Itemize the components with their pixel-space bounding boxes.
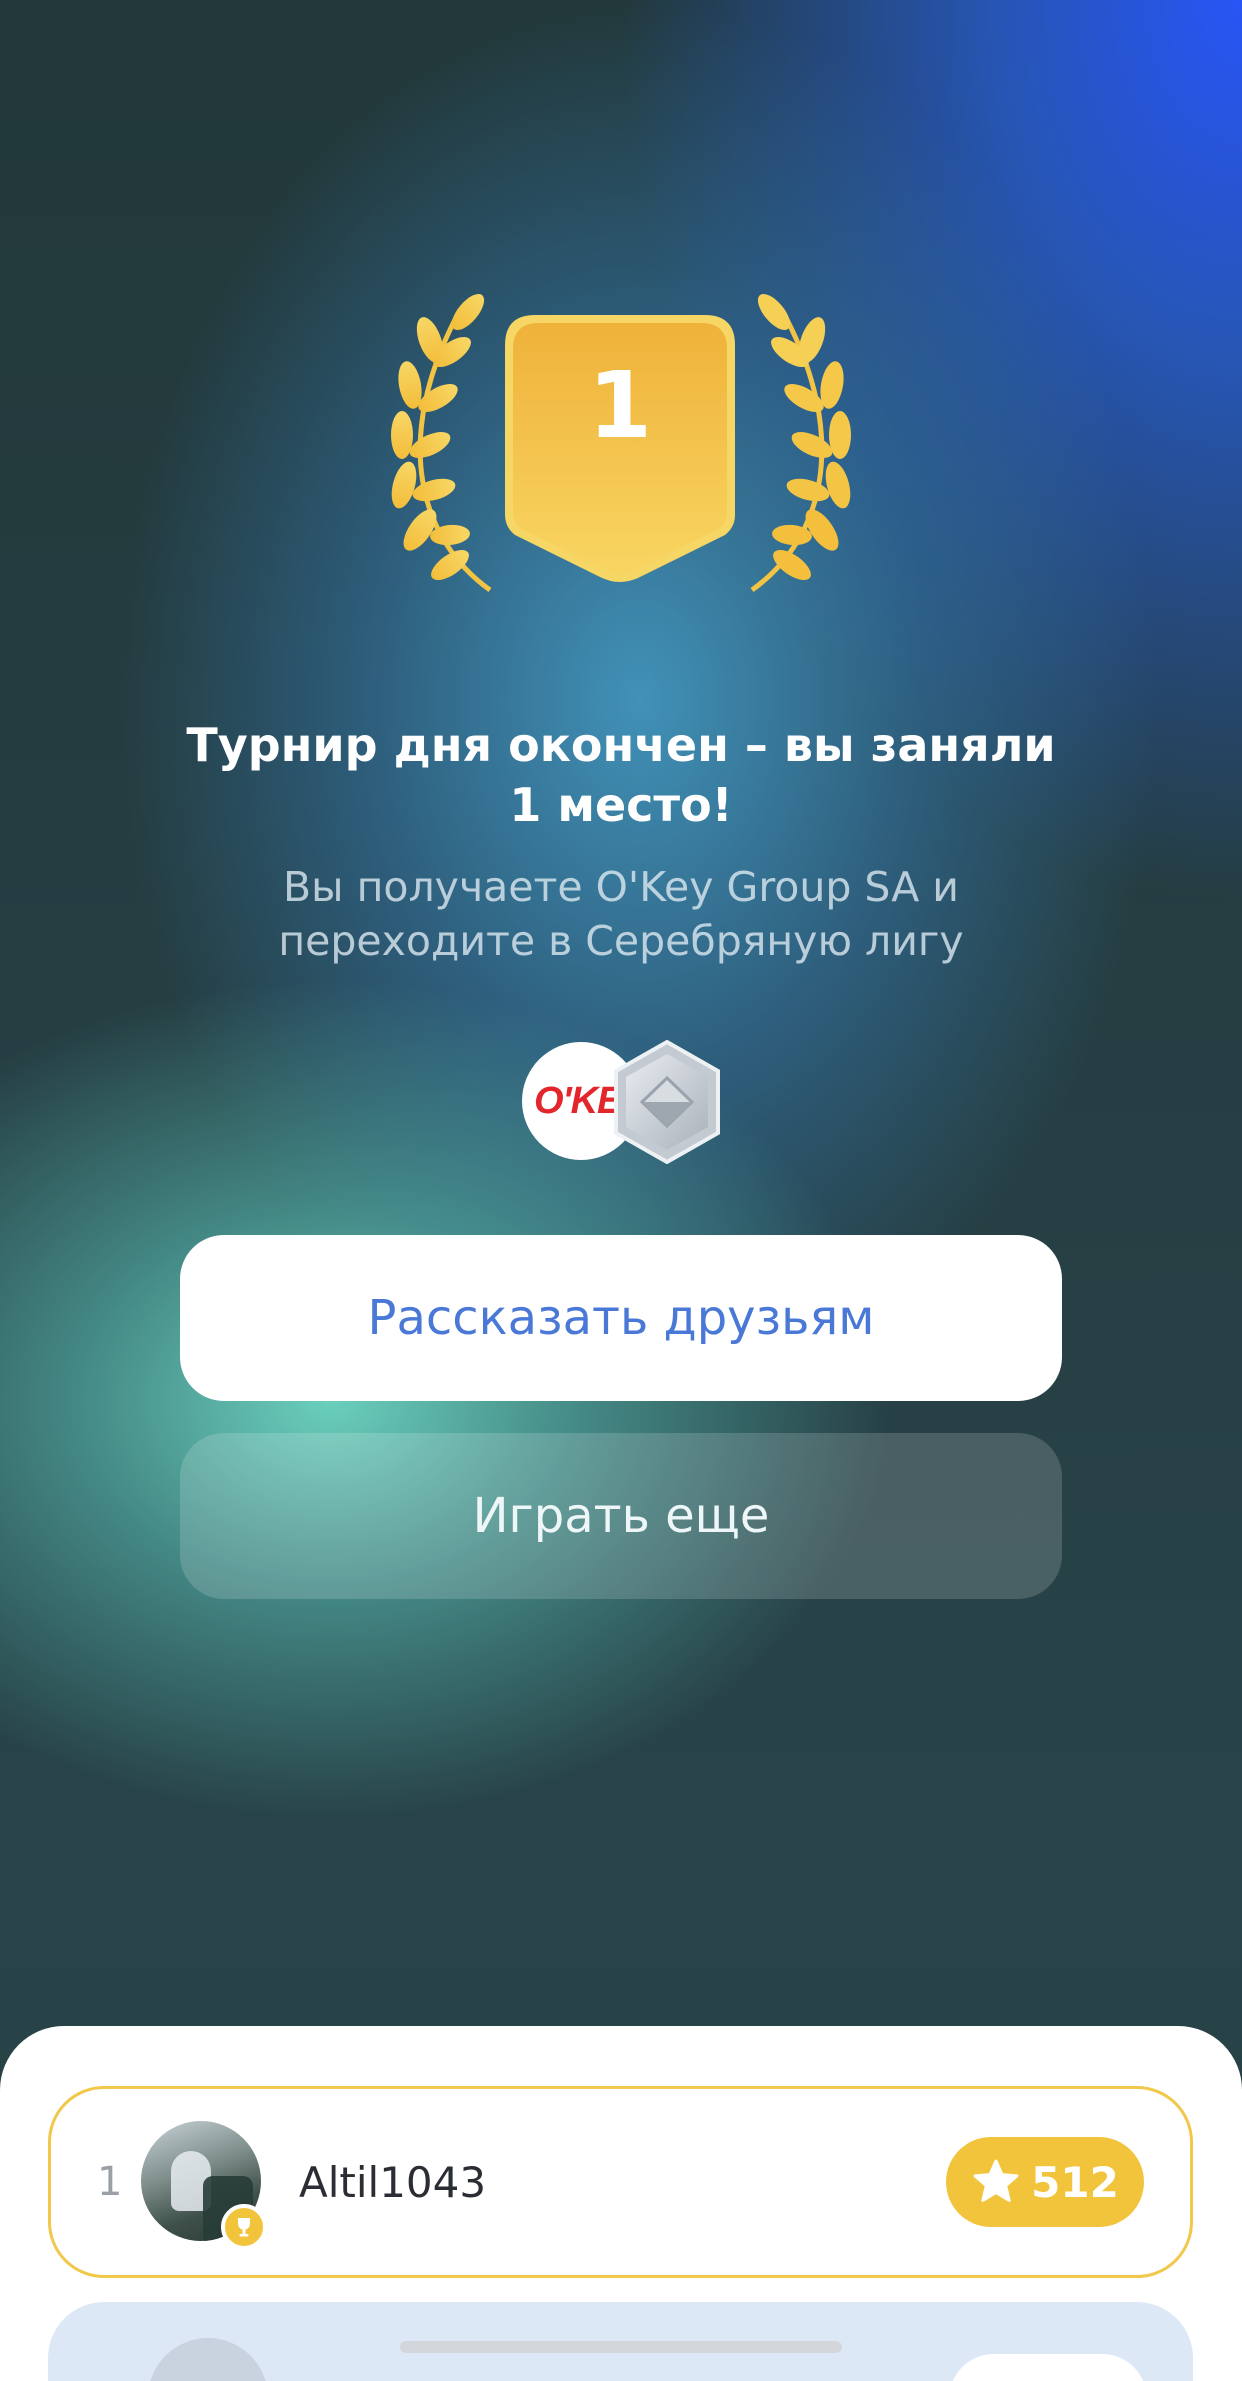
rank-number: 1 [97, 2159, 123, 2205]
tournament-result-screen: 1 Турнир дня окончен – вы заняли 1 место… [0, 0, 1242, 2381]
result-subtitle: Вы получаете O'Key Group SA и переходите… [278, 863, 964, 965]
play-again-button[interactable]: Играть еще [180, 1433, 1062, 1599]
star-icon [973, 2159, 1019, 2202]
leaderboard-row-current-user[interactable]: 1 Altil1043 512 [48, 2086, 1193, 2278]
trophy-glyph-icon [238, 2218, 250, 2237]
avatar [148, 2338, 268, 2381]
leaderboard-sheet[interactable]: 1 Altil1043 512 [0, 2026, 1242, 2381]
laurel-right-icon [750, 293, 851, 593]
place-number: 1 [587, 352, 652, 459]
trophy-icon [221, 2204, 267, 2250]
result-title: Турнир дня окончен – вы заняли 1 место! [186, 718, 1056, 832]
home-indicator[interactable] [400, 2341, 842, 2353]
score-badge: 512 [946, 2137, 1144, 2227]
laurel-left-icon [391, 293, 492, 593]
place-trophy: 1 [380, 290, 862, 620]
score-value: 512 [1031, 2157, 1119, 2207]
silver-league-icon [614, 1040, 720, 1164]
share-button[interactable]: Рассказать друзьям [180, 1235, 1062, 1401]
username: Altil1043 [299, 2157, 487, 2207]
score-badge [949, 2354, 1147, 2381]
reward-icons: O'KEY [520, 1040, 720, 1165]
